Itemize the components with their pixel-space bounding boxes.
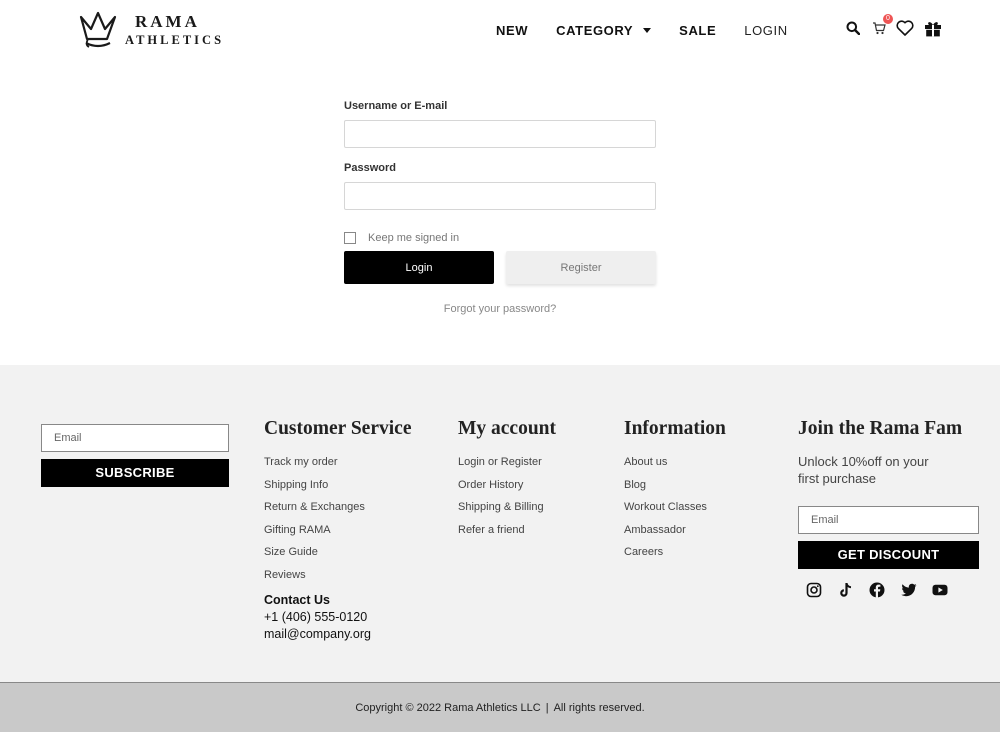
- footer-link-shipping-billing[interactable]: Shipping & Billing: [458, 500, 556, 523]
- footer-link-shipping-info[interactable]: Shipping Info: [264, 478, 411, 501]
- header-icons: 0: [845, 14, 943, 38]
- footer-link-returns[interactable]: Return & Exchanges: [264, 500, 411, 523]
- copyright-separator: |: [545, 702, 549, 714]
- site-logo[interactable]: RAMA ATHLETICS: [77, 9, 224, 51]
- footer-link-size-guide[interactable]: Size Guide: [264, 545, 411, 568]
- subscribe-button[interactable]: SUBSCRIBE: [41, 459, 229, 487]
- remember-me-checkbox[interactable]: [344, 232, 356, 244]
- search-icon[interactable]: [845, 18, 861, 38]
- subscribe-email-input[interactable]: Email: [41, 424, 229, 452]
- nav-sale[interactable]: SALE: [679, 23, 716, 38]
- remember-me-row: Keep me signed in: [344, 232, 656, 244]
- footer-link-track-order[interactable]: Track my order: [264, 455, 411, 478]
- footer-link-refer-friend[interactable]: Refer a friend: [458, 523, 556, 546]
- contact-email[interactable]: mail@company.org: [264, 627, 411, 641]
- footer-link-login-register[interactable]: Login or Register: [458, 455, 556, 478]
- login-button[interactable]: Login: [344, 251, 494, 284]
- footer-link-gifting[interactable]: Gifting RAMA: [264, 523, 411, 546]
- nav-category[interactable]: CATEGORY: [556, 23, 652, 38]
- contact-phone[interactable]: +1 (406) 555-0120: [264, 610, 411, 624]
- logo-subtitle: ATHLETICS: [125, 33, 225, 48]
- footer-link-about[interactable]: About us: [624, 455, 726, 478]
- my-account-title: My account: [458, 418, 557, 439]
- nav-new[interactable]: NEW: [496, 23, 528, 38]
- nav-login[interactable]: LOGIN: [744, 23, 787, 38]
- copyright-owner: Copyright © 2022 Rama Athletics LLC: [355, 702, 541, 714]
- footer-link-workout-classes[interactable]: Workout Classes: [624, 500, 726, 523]
- footer-link-blog[interactable]: Blog: [624, 478, 726, 501]
- cart-count-badge: 0: [883, 14, 893, 24]
- customer-service-title: Customer Service: [264, 418, 412, 439]
- site-header: RAMA ATHLETICS NEW CATEGORY SALE LOGIN 0: [0, 0, 1000, 62]
- register-button[interactable]: Register: [506, 251, 656, 284]
- join-title: Join the Rama Fam: [798, 418, 963, 439]
- discount-email-input[interactable]: Email: [798, 506, 979, 534]
- crown-logo-icon: [79, 11, 117, 48]
- logo-name: RAMA: [135, 12, 200, 32]
- facebook-icon[interactable]: [869, 582, 885, 598]
- tiktok-icon[interactable]: [838, 582, 854, 598]
- copyright-bar: Copyright © 2022 Rama Athletics LLC | All …: [0, 682, 1000, 732]
- my-account-column: My account Login or Register Order Histo…: [458, 418, 556, 545]
- username-input[interactable]: [344, 120, 656, 148]
- get-discount-button[interactable]: GET DISCOUNT: [798, 541, 979, 569]
- copyright-rights: All rights reserved.: [553, 702, 645, 714]
- heart-icon[interactable]: [895, 18, 915, 38]
- site-footer: Email SUBSCRIBE Customer Service Track m…: [0, 365, 1000, 682]
- information-column: Information About us Blog Workout Classe…: [624, 418, 726, 568]
- password-label: Password: [344, 162, 396, 174]
- footer-link-order-history[interactable]: Order History: [458, 478, 556, 501]
- twitter-icon[interactable]: [900, 582, 917, 598]
- forgot-password-link[interactable]: Forgot your password?: [344, 303, 656, 315]
- contact-us-title: Contact Us: [264, 592, 330, 607]
- footer-link-ambassador[interactable]: Ambassador: [624, 523, 726, 546]
- join-column: Join the Rama Fam Unlock 10%off on your …: [798, 418, 979, 598]
- form-buttons: Login Register: [344, 251, 656, 284]
- social-icons: [806, 582, 979, 598]
- information-title: Information: [624, 418, 726, 439]
- instagram-icon[interactable]: [806, 582, 822, 598]
- nav-category-label: CATEGORY: [556, 23, 634, 38]
- password-input[interactable]: [344, 182, 656, 210]
- youtube-icon[interactable]: [932, 582, 948, 598]
- cart-icon[interactable]: 0: [871, 14, 893, 38]
- remember-me-label[interactable]: Keep me signed in: [368, 232, 459, 244]
- footer-link-careers[interactable]: Careers: [624, 545, 726, 568]
- main-nav: NEW CATEGORY SALE LOGIN: [496, 23, 816, 38]
- login-form: Username or E-mail Password Keep me sign…: [344, 100, 656, 315]
- copyright-text: Copyright © 2022 Rama Athletics LLC | All …: [0, 702, 1000, 714]
- footer-link-reviews[interactable]: Reviews: [264, 568, 411, 591]
- username-label: Username or E-mail: [344, 100, 448, 112]
- gift-icon[interactable]: [923, 18, 943, 38]
- caret-down-icon: [643, 28, 652, 33]
- customer-service-column: Customer Service Track my order Shipping…: [264, 418, 411, 641]
- join-description: Unlock 10%off on your first purchase: [798, 454, 929, 486]
